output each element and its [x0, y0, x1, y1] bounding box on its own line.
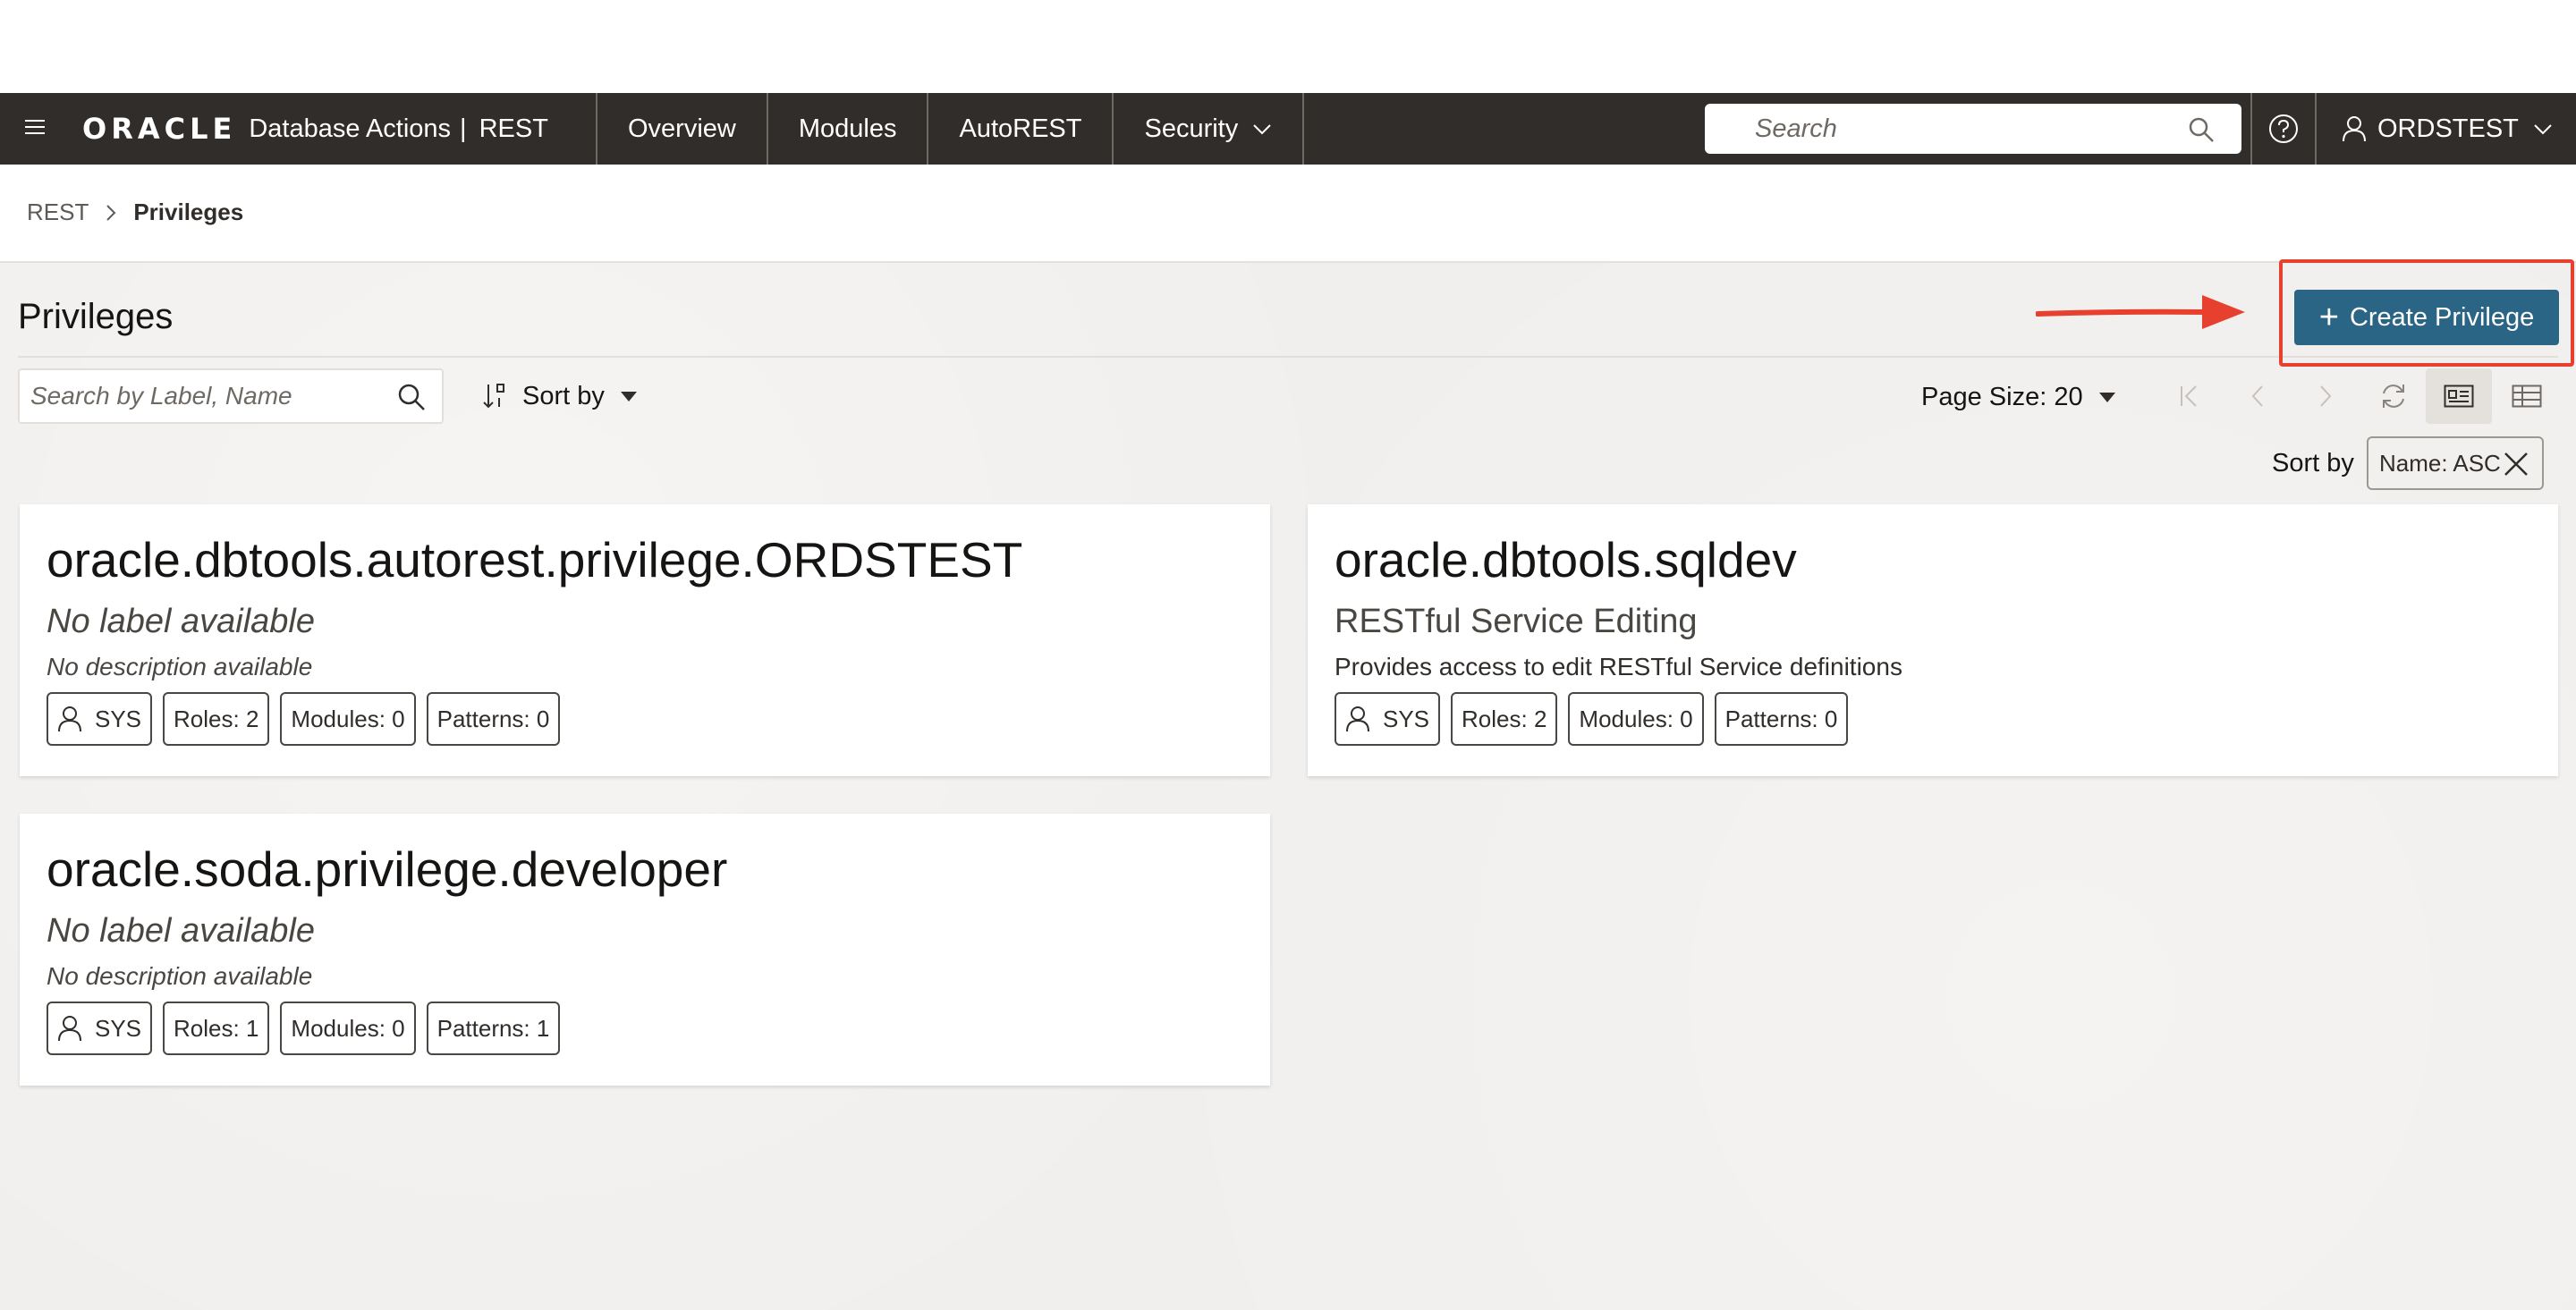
patterns-badge: Patterns: 1 — [426, 1002, 561, 1055]
close-icon[interactable] — [2503, 451, 2529, 478]
sort-chip-label: Name: ASC — [2379, 449, 2501, 477]
page-title: Privileges — [18, 297, 174, 336]
user-menu-button[interactable]: ORDSTEST — [2318, 93, 2576, 165]
modules-badge: Modules: 0 — [280, 692, 416, 746]
brand-separator: | — [460, 114, 467, 143]
brand: ORACLE Database Actions | REST — [82, 93, 548, 165]
table-view-icon — [2512, 385, 2542, 408]
create-privilege-label: Create Privilege — [2349, 302, 2535, 332]
sort-by-caption: Sort by — [2272, 449, 2354, 478]
privilege-badges: SYS Roles: 2 Modules: 0 Patterns: 0 — [47, 692, 571, 746]
privilege-name: oracle.dbtools.sqldev — [1335, 532, 1797, 587]
breadcrumb-rest-link[interactable]: REST — [27, 199, 89, 226]
nav-security[interactable]: Security — [1114, 93, 1305, 165]
privilege-description: Provides access to edit RESTful Service … — [1335, 653, 1902, 680]
privilege-card[interactable]: oracle.dbtools.autorest.privilege.ORDSTE… — [20, 504, 1270, 776]
sort-by-button[interactable]: Sort by — [481, 376, 637, 417]
top-margin — [0, 0, 2576, 93]
patterns-badge: Patterns: 0 — [1714, 692, 1849, 746]
caret-down-icon — [620, 391, 637, 401]
roles-badge: Roles: 1 — [163, 1002, 270, 1055]
privilege-label: No label available — [47, 603, 315, 640]
hamburger-menu-icon[interactable] — [25, 120, 45, 136]
refresh-icon — [2383, 385, 2404, 408]
chevron-left-icon — [2251, 385, 2263, 407]
sort-icon — [483, 384, 504, 409]
privilege-label: RESTful Service Editing — [1335, 603, 1698, 640]
first-page-button[interactable] — [2156, 370, 2224, 422]
nav-autorest-label: AutoREST — [959, 114, 1082, 143]
owner-badge: SYS — [1335, 692, 1441, 746]
breadcrumb-current: Privileges — [133, 199, 244, 225]
annotation-arrow-icon — [2036, 295, 2245, 329]
search-icon[interactable] — [397, 383, 426, 411]
page-size-label: Page Size: 20 — [1921, 383, 2083, 411]
oracle-logo: ORACLE — [82, 112, 237, 146]
page-size-select[interactable]: Page Size: 20 — [1921, 383, 2115, 412]
nav-overview[interactable]: Overview — [597, 93, 768, 165]
owner-label: SYS — [95, 705, 142, 732]
first-page-icon — [2181, 385, 2197, 407]
app-section: REST — [479, 114, 548, 143]
user-icon — [58, 706, 81, 732]
card-view-icon — [2444, 385, 2474, 408]
privilege-name: oracle.soda.privilege.developer — [47, 841, 728, 897]
privilege-card[interactable]: oracle.soda.privilege.developer No label… — [20, 814, 1270, 1086]
nav-modules-label: Modules — [798, 114, 897, 143]
privilege-badges: SYS Roles: 2 Modules: 0 Patterns: 0 — [1335, 692, 1859, 746]
table-view-toggle[interactable] — [2494, 368, 2560, 424]
caret-down-icon — [2098, 393, 2115, 402]
nav-modules[interactable]: Modules — [768, 93, 929, 165]
modules-badge: Modules: 0 — [1568, 692, 1704, 746]
owner-badge: SYS — [47, 692, 153, 746]
privilege-badges: SYS Roles: 1 Modules: 0 Patterns: 1 — [47, 1002, 571, 1055]
plus-icon: + — [2318, 299, 2339, 336]
owner-label: SYS — [1383, 705, 1430, 732]
help-button[interactable] — [2250, 93, 2317, 165]
user-icon — [58, 1016, 81, 1042]
modules-badge: Modules: 0 — [280, 1002, 416, 1055]
chevron-down-icon — [1253, 124, 1271, 135]
privilege-description: No description available — [47, 962, 313, 990]
nav-overview-label: Overview — [628, 114, 736, 143]
global-search — [1705, 104, 2241, 154]
card-view-toggle[interactable] — [2426, 368, 2492, 424]
create-privilege-button[interactable]: + Create Privilege — [2294, 290, 2559, 345]
chevron-right-icon — [106, 204, 116, 221]
filter-search — [18, 368, 444, 424]
privilege-card[interactable]: oracle.dbtools.sqldev RESTful Service Ed… — [1308, 504, 2558, 776]
main-content: Privileges + Create Privilege Sort by Pa… — [0, 259, 2576, 1310]
refresh-button[interactable] — [2360, 370, 2428, 422]
nav-autorest[interactable]: AutoREST — [928, 93, 1114, 165]
filter-search-input[interactable] — [30, 382, 388, 410]
pager — [2156, 370, 2428, 422]
chevron-right-icon — [2320, 385, 2332, 407]
sort-chip: Name: ASC — [2367, 436, 2544, 490]
divider — [18, 356, 2558, 358]
help-icon — [2269, 114, 2298, 143]
owner-label: SYS — [95, 1014, 142, 1042]
sort-by-label: Sort by — [522, 381, 605, 410]
user-icon — [1346, 706, 1369, 732]
patterns-badge: Patterns: 0 — [426, 692, 561, 746]
privilege-description: No description available — [47, 653, 313, 680]
search-icon[interactable] — [2188, 116, 2215, 143]
privilege-label: No label available — [47, 912, 315, 950]
owner-badge: SYS — [47, 1002, 153, 1055]
main-nav: Overview Modules AutoREST Security — [596, 93, 1305, 165]
roles-badge: Roles: 2 — [1451, 692, 1558, 746]
roles-badge: Roles: 2 — [163, 692, 270, 746]
previous-page-button[interactable] — [2224, 370, 2292, 422]
breadcrumb: REST Privileges — [27, 199, 243, 226]
user-icon — [2343, 116, 2366, 142]
nav-security-label: Security — [1144, 114, 1239, 143]
user-name: ORDSTEST — [2377, 114, 2519, 143]
app-header: ORACLE Database Actions | REST Overview … — [0, 93, 2576, 165]
next-page-button[interactable] — [2292, 370, 2360, 422]
app-name: Database Actions — [249, 114, 452, 143]
privilege-name: oracle.dbtools.autorest.privilege.ORDSTE… — [47, 532, 1023, 587]
chevron-down-icon — [2534, 124, 2552, 135]
global-search-input[interactable] — [1755, 114, 2131, 144]
